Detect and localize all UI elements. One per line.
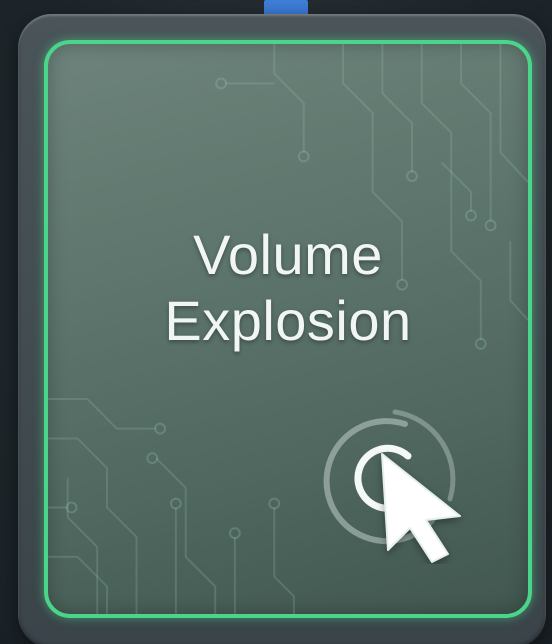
volume-explosion-card[interactable]: Volume Explosion — [44, 40, 532, 618]
card-title-line2: Explosion — [164, 289, 412, 352]
app-canvas: Volume Explosion — [0, 0, 552, 644]
card-title-line1: Volume — [193, 223, 383, 286]
card-title: Volume Explosion — [48, 222, 528, 354]
cursor-click-icon — [323, 409, 461, 563]
